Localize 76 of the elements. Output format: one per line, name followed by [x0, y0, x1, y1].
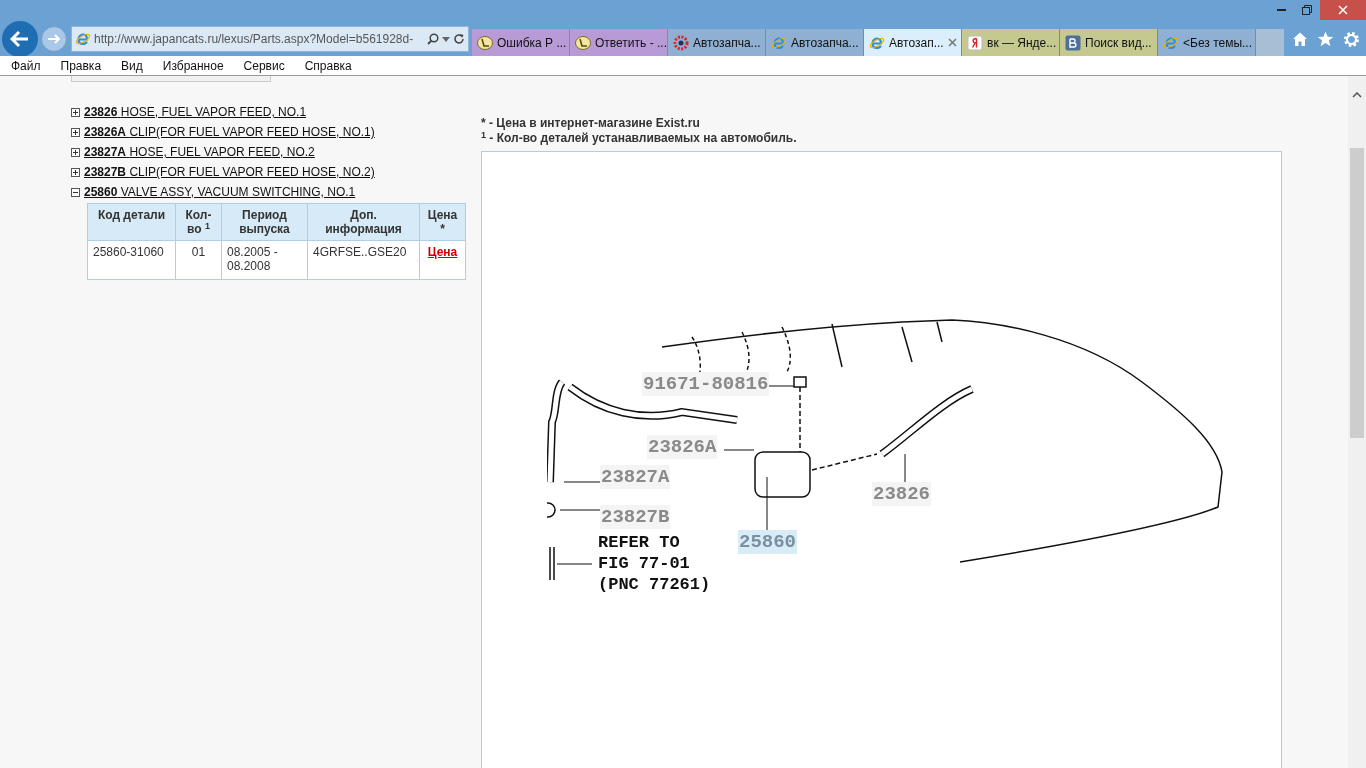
browser-tab[interactable]: Поиск вид... — [1060, 29, 1158, 56]
browser-e-icon — [869, 34, 885, 51]
menu-item[interactable]: Файл — [11, 56, 41, 75]
browser-tab[interactable]: <Без темы... — [1158, 29, 1256, 56]
expand-toggle[interactable] — [71, 167, 80, 177]
part-link[interactable]: 23827A HOSE, FUEL VAPOR FEED, NO.2 — [84, 143, 315, 161]
back-arrow-icon — [10, 30, 30, 48]
tab-title: вк — Янде... — [987, 34, 1057, 52]
address-text: http://www.japancats.ru/lexus/Parts.aspx?Model=b561928d- — [94, 31, 415, 48]
reference-note: FIG 77-01 — [598, 553, 691, 574]
footnote-text: $^{1}$ - Кол-во деталей устанавливаемых на автомобиль. — [481, 131, 798, 146]
browser-tab[interactable]: Автозап... — [864, 29, 962, 56]
collapse-toggle[interactable] — [71, 187, 80, 197]
address-bar[interactable]: http://www.japancats.ru/lexus/Parts.aspx?Model=b561928d- — [71, 26, 469, 52]
column-header: Кол-во $^{1}$ — [175, 203, 222, 241]
star-icon[interactable] — [1317, 31, 1334, 47]
browser-e-icon — [771, 34, 787, 51]
settings-icon[interactable] — [1343, 30, 1360, 48]
browser-tab[interactable]: Автозапча... — [766, 29, 864, 56]
reference-note: REFER TO — [598, 532, 681, 553]
part-number-label: 23826 — [872, 482, 931, 506]
expand-toggle[interactable] — [71, 147, 80, 157]
browser-e-icon — [75, 31, 91, 47]
part-number-label: 23826A — [647, 435, 718, 459]
close-icon — [1338, 5, 1348, 15]
menu-item[interactable]: Сервис — [243, 56, 285, 75]
search-icon[interactable] — [427, 33, 439, 45]
browser-e-icon — [1163, 34, 1179, 51]
part-number-label: 25860 — [738, 530, 797, 554]
menu-item[interactable]: Вид — [121, 56, 143, 75]
browser-tab[interactable]: Автозапча... — [668, 29, 766, 56]
reference-note: (PNC 77261) — [598, 574, 711, 595]
gear-icon — [673, 34, 689, 51]
column-header: Цена * — [419, 203, 466, 241]
tab-title: Ошибка Р ... — [497, 34, 567, 52]
forward-button[interactable] — [41, 26, 67, 52]
tab-title: Поиск вид... — [1085, 34, 1152, 52]
part-link[interactable]: 23827B CLIP(FOR FUEL VAPOR FEED HOSE, NO.2) — [84, 163, 375, 181]
scrollbar[interactable] — [1348, 76, 1366, 768]
part-number-label: 23827A — [600, 465, 671, 489]
part-link[interactable]: 25860 VALVE ASSY, VACUUM SWITCHING, NO.1 — [84, 183, 356, 201]
footnote-text: * - Цена в интернет-магазине Exist.ru — [481, 116, 701, 131]
browser-tab[interactable]: вк — Янде... — [962, 29, 1060, 56]
dropdown-caret-icon[interactable] — [442, 36, 450, 42]
tab-title: Автозап... — [889, 34, 944, 52]
part-link[interactable]: 23826 HOSE, FUEL VAPOR FEED, NO.1 — [84, 103, 307, 121]
tab-title: Автозапча... — [693, 34, 761, 52]
scrollbar-thumb[interactable] — [1350, 148, 1364, 438]
browser-tab[interactable]: Ошибка Р ... — [472, 29, 570, 56]
tab-title: Ответить - ... — [595, 34, 667, 52]
browser-tab[interactable]: Ответить - ... — [570, 29, 668, 56]
restore-icon — [1302, 5, 1312, 15]
part-number-label: 91671-80816 — [642, 372, 770, 396]
price-link[interactable]: Цена — [419, 240, 466, 280]
table-cell: 08.2005 - 08.2008 — [221, 240, 308, 280]
forward-arrow-icon — [47, 33, 61, 45]
refresh-icon[interactable] — [453, 33, 465, 45]
table-cell: 4GRFSE..GSE20 — [307, 240, 420, 280]
part-number-label: 23827B — [600, 505, 671, 529]
column-header: Период выпуска — [221, 203, 308, 241]
part-link[interactable]: 23826A CLIP(FOR FUEL VAPOR FEED HOSE, NO.1) — [84, 123, 375, 141]
column-header: Доп. информация — [307, 203, 420, 241]
tab-title: Автозапча... — [791, 34, 859, 52]
back-button[interactable] — [2, 21, 38, 57]
table-cell: 25860-31060 — [87, 240, 176, 280]
close-tab-icon[interactable] — [947, 38, 957, 47]
column-header: Код детали — [87, 203, 176, 241]
table-cell: 01 — [175, 240, 222, 280]
expand-toggle[interactable] — [71, 107, 80, 117]
tab-title: <Без темы... — [1183, 34, 1253, 52]
menu-item[interactable]: Справка — [304, 56, 352, 75]
expand-toggle[interactable] — [71, 127, 80, 137]
home-icon[interactable] — [1292, 31, 1308, 47]
scroll-up-icon[interactable] — [1352, 92, 1362, 98]
menu-item[interactable]: Избранное — [162, 56, 224, 75]
menu-item[interactable]: Правка — [60, 56, 102, 75]
